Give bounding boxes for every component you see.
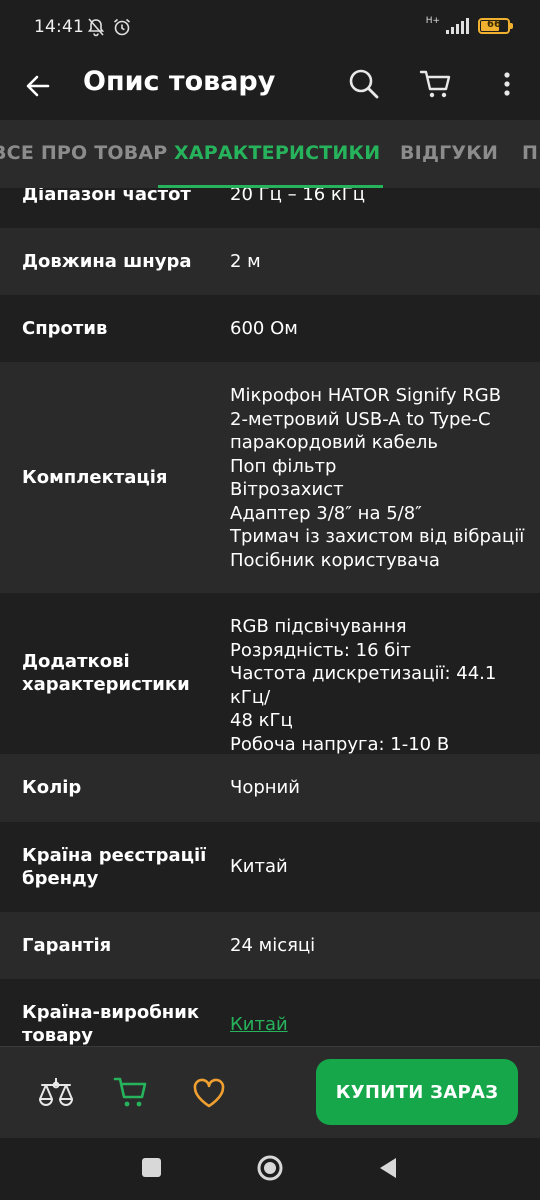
- spec-label: Комплектація: [22, 467, 168, 488]
- spec-value-line: Поп фільтр: [230, 455, 337, 477]
- spec-label: Колір: [22, 777, 82, 798]
- table-row: Спротив 600 Ом: [0, 295, 540, 362]
- tab-all-about-product[interactable]: ВСЕ ПРО ТОВАР: [0, 142, 167, 164]
- status-system-icons: H+ 66: [425, 15, 513, 34]
- spec-value: Мікрофон HATOR Signify RGB 2-метровий US…: [230, 384, 530, 572]
- spec-value: Чорний: [230, 777, 300, 798]
- network-type: H+: [425, 15, 440, 26]
- app-bar: Опис товару: [0, 58, 540, 120]
- spec-value: Китай: [230, 856, 288, 877]
- tab-bar: ВСЕ ПРО ТОВАР ХАРАКТЕРИСТИКИ ВІДГУКИ П: [0, 120, 540, 188]
- add-to-cart-icon[interactable]: [112, 1073, 152, 1111]
- bottom-action-bar: КУПИТИ ЗАРАЗ: [0, 1046, 540, 1138]
- home-button-icon[interactable]: [256, 1154, 284, 1182]
- signal-icon: [446, 18, 469, 34]
- status-time: 14:41: [34, 17, 84, 37]
- nav-back-icon[interactable]: [376, 1156, 400, 1180]
- spec-label: Гарантія: [22, 935, 112, 956]
- spec-value-line: Частота дискретизації: 44.1 кГц/: [230, 663, 497, 708]
- spec-label: Спротив: [22, 318, 108, 339]
- table-row: Країна реєстрації бренду Китай: [0, 822, 540, 912]
- spec-value-line: Мікрофон HATOR Signify RGB: [230, 385, 502, 406]
- spec-value: 2 м: [230, 251, 261, 272]
- spec-label-line: бренду: [22, 868, 99, 889]
- spec-value-line: Робоча напруга: 1-10 В: [230, 733, 450, 755]
- spec-value-line: 2-метровий USB-A to Type-C: [230, 408, 491, 430]
- spec-value-line: Тримач із захистом від вібрації: [230, 526, 525, 547]
- compare-scale-icon[interactable]: [36, 1075, 76, 1111]
- battery-level: 66: [487, 19, 501, 30]
- specs-table: Діапазон частот 20 Гц – 16 кГц Довжина ш…: [0, 188, 540, 1046]
- page-title: Опис товару: [83, 66, 276, 97]
- spec-value: RGB підсвічування Розрядність: 16 біт Ча…: [230, 615, 530, 756]
- status-bar: 14:41 H+ 66: [0, 0, 540, 58]
- spec-value: 24 місяці: [230, 935, 316, 956]
- spec-label: Діапазон частот: [22, 188, 191, 205]
- spec-value: 20 Гц – 16 кГц: [230, 188, 366, 205]
- buy-now-button[interactable]: КУПИТИ ЗАРАЗ: [316, 1059, 518, 1125]
- system-nav-bar: [0, 1138, 540, 1200]
- spec-label-line: Країна-виробник: [22, 1002, 200, 1023]
- spec-value-line: паракордовий кабель: [230, 432, 438, 453]
- table-row: Додаткові характеристики RGB підсвічуван…: [0, 593, 540, 756]
- recent-apps-button[interactable]: [142, 1158, 161, 1177]
- spec-value-line: Розрядність: 16 біт: [230, 639, 411, 661]
- spec-label-line: Додаткові: [22, 651, 130, 672]
- table-row: Колір Чорний: [0, 754, 540, 822]
- cart-icon[interactable]: [418, 66, 454, 102]
- spec-value-line: Адаптер 3/8″ на 5/8″: [230, 502, 422, 524]
- tab-next[interactable]: П: [522, 142, 538, 164]
- spec-label: Країна-виробник товару: [22, 1001, 212, 1046]
- table-row: Країна-виробник товару Китай: [0, 979, 540, 1046]
- back-arrow-icon[interactable]: [20, 68, 56, 104]
- tab-characteristics[interactable]: ХАРАКТЕРИСТИКИ: [174, 142, 380, 164]
- country-link[interactable]: Китай: [230, 1013, 530, 1037]
- spec-label: Додаткові характеристики: [22, 650, 212, 696]
- spec-label-line: характеристики: [22, 674, 190, 695]
- alarm-clock-icon: [113, 18, 131, 36]
- spec-label: Країна реєстрації бренду: [22, 844, 212, 890]
- spec-value-line: Вітрозахист: [230, 479, 344, 500]
- tab-reviews[interactable]: ВІДГУКИ: [400, 142, 498, 164]
- spec-value: 600 Ом: [230, 318, 298, 339]
- spec-label-line: товару: [22, 1025, 93, 1046]
- spec-label: Довжина шнура: [22, 251, 192, 272]
- spec-label-line: Країна реєстрації: [22, 845, 207, 866]
- favorite-heart-icon[interactable]: [190, 1075, 228, 1111]
- table-row: Довжина шнура 2 м: [0, 228, 540, 295]
- more-vertical-icon[interactable]: [494, 66, 520, 102]
- battery-icon: 66: [478, 18, 513, 34]
- table-row: Діапазон частот 20 Гц – 16 кГц: [0, 188, 540, 228]
- spec-value-line: 48 кГц: [230, 710, 293, 731]
- spec-value-line: RGB підсвічування: [230, 616, 407, 637]
- spec-value-line: Посібник користувача: [230, 549, 440, 571]
- search-icon[interactable]: [346, 66, 382, 102]
- table-row: Комплектація Мікрофон HATOR Signify RGB …: [0, 362, 540, 593]
- table-row: Гарантія 24 місяці: [0, 912, 540, 979]
- bell-off-icon: [87, 18, 105, 37]
- status-notification-icons: [86, 17, 132, 37]
